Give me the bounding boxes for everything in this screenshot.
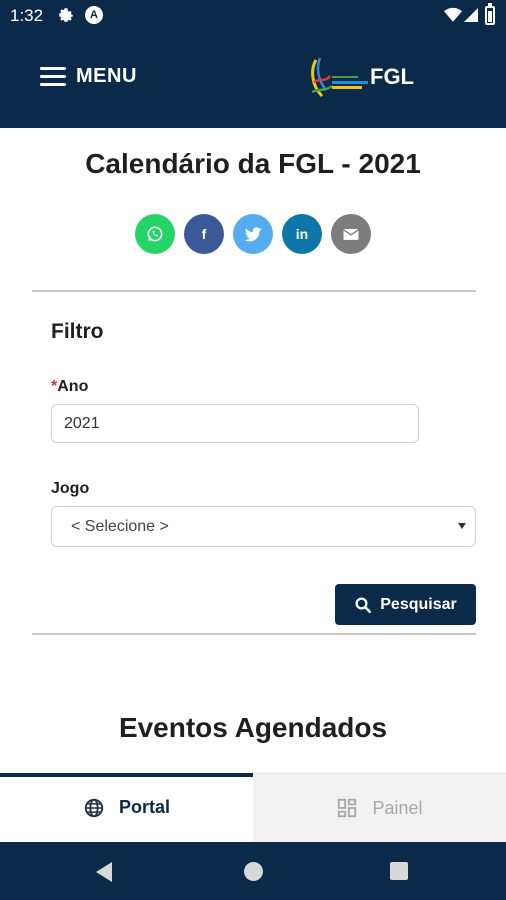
status-bar: 1:32 A — [0, 0, 506, 32]
jogo-label: Jogo — [51, 480, 90, 497]
wifi-icon — [444, 7, 462, 22]
search-icon — [355, 597, 372, 613]
facebook-icon: f — [201, 226, 207, 242]
caret-down-icon — [458, 523, 466, 529]
tab-portal[interactable]: Portal — [0, 773, 253, 842]
linkedin-icon: in — [295, 226, 309, 242]
jogo-select[interactable]: < Selecione > — [51, 506, 476, 547]
hamburger-icon — [40, 66, 66, 86]
ano-input[interactable] — [51, 404, 419, 443]
share-linkedin-button[interactable]: in — [282, 214, 322, 254]
jogo-selected-value: < Selecione > — [71, 518, 169, 535]
home-icon[interactable] — [244, 862, 263, 881]
recents-icon[interactable] — [390, 862, 408, 880]
share-whatsapp-button[interactable] — [135, 214, 175, 254]
menu-button[interactable]: MENU — [40, 62, 137, 90]
dashboard-grid-icon — [338, 798, 357, 818]
system-nav-bar — [0, 842, 506, 900]
share-row: f in — [135, 214, 380, 254]
share-facebook-button[interactable]: f — [184, 214, 224, 254]
search-button[interactable]: Pesquisar — [335, 584, 476, 625]
app-header: MENU FGL — [0, 32, 506, 128]
page-title: Calendário da FGL - 2021 — [85, 148, 421, 179]
ano-label: *Ano — [51, 378, 88, 396]
brand[interactable]: FGL — [306, 52, 414, 102]
menu-label: MENU — [76, 64, 137, 87]
tab-portal-label: Portal — [118, 797, 170, 817]
divider — [32, 290, 476, 292]
battery-icon — [485, 3, 495, 25]
tab-painel-label: Painel — [372, 797, 423, 818]
events-title: Eventos Agendados — [118, 712, 388, 743]
search-label: Pesquisar — [380, 595, 457, 613]
ano-label-text: Ano — [57, 378, 89, 395]
whatsapp-icon — [147, 226, 163, 242]
tab-bar: Portal Painel — [0, 773, 506, 842]
divider — [32, 633, 476, 635]
signal-icon — [464, 8, 478, 22]
fgl-logo — [311, 57, 368, 98]
status-time: 1:32 — [10, 6, 44, 25]
filter-title: Filtro — [51, 320, 104, 343]
twitter-icon — [244, 227, 262, 242]
tab-painel[interactable]: Painel — [253, 773, 506, 842]
globe-icon — [84, 798, 104, 817]
share-email-button[interactable] — [331, 214, 371, 254]
gear-icon — [59, 8, 73, 22]
a-badge-icon: A — [85, 6, 103, 24]
back-icon[interactable] — [96, 862, 112, 882]
share-twitter-button[interactable] — [233, 214, 273, 254]
brand-text: FGL — [370, 64, 414, 89]
email-icon — [343, 229, 359, 240]
